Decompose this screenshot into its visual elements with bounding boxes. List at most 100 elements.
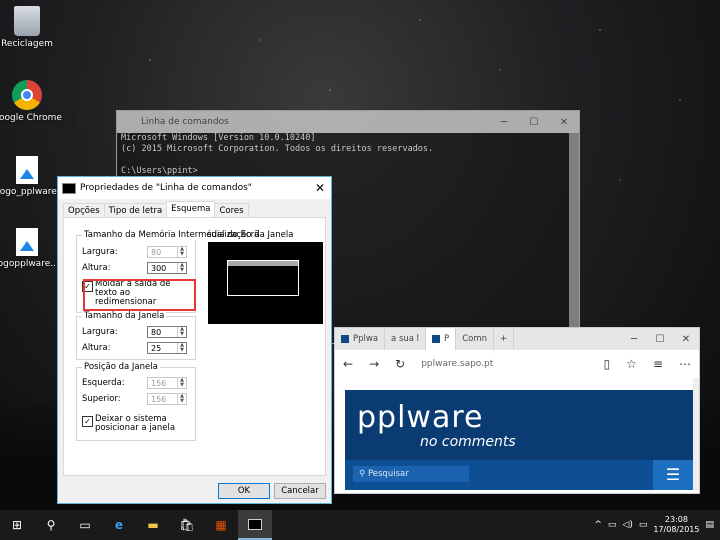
buffer-width-stepper[interactable]: 80 ▲ ▼	[147, 246, 187, 258]
field-label: Largura:	[82, 247, 118, 257]
cmd-prompt: C:\Users\ppint>	[121, 166, 198, 176]
desktop-icon-chrome[interactable]: Google Chrome	[0, 80, 62, 123]
recycle-bin-icon	[14, 6, 40, 36]
ok-button[interactable]: OK	[218, 483, 270, 499]
window-top-stepper[interactable]: 156 ▲ ▼	[147, 393, 187, 405]
cmd-line: (c) 2015 Microsoft Corporation. Todos os…	[121, 144, 434, 154]
auto-position-label: Deixar o sistema posicionar a janela	[95, 414, 176, 433]
desktop-icon-label: Reciclagem	[1, 39, 53, 49]
maximize-icon[interactable]: ☐	[647, 334, 673, 345]
refresh-icon[interactable]: ↻	[387, 357, 413, 371]
cmd-scrollbar[interactable]	[569, 133, 579, 343]
system-tray: ^ ▭ ◁) ▭ 23:08 17/08/2015 ▤	[594, 515, 720, 535]
cancel-button[interactable]: Cancelar	[274, 483, 326, 499]
chevron-up-icon[interactable]: ^	[594, 520, 602, 530]
pplware-favicon	[432, 335, 441, 343]
window-size-group: Tamanho da Janela Largura: 80 ▲ ▼ Altura: …	[76, 311, 196, 360]
address-bar[interactable]: pplware.sapo.pt	[413, 359, 595, 369]
reading-view-icon[interactable]: ▯	[596, 357, 619, 371]
minimize-icon[interactable]: ─	[621, 334, 647, 345]
browser-tab[interactable]: a sua l	[385, 328, 427, 350]
highlight-box	[83, 279, 196, 311]
group-label: Tamanho da Janela	[82, 311, 167, 321]
group-label: Posição da Janela	[82, 362, 160, 372]
search-icon[interactable]: ⚲	[34, 510, 68, 540]
notifications-icon[interactable]: ▤	[705, 520, 714, 530]
desktop-icon-recycle-bin[interactable]: Reciclagem	[0, 6, 62, 49]
hub-icon[interactable]: ≡	[645, 357, 671, 371]
back-arrow-icon[interactable]: ←	[335, 357, 361, 371]
keyboard-icon[interactable]: ▭	[639, 520, 648, 530]
desktop-icon-label: logo_pplware	[0, 187, 57, 197]
image-file-icon	[16, 228, 38, 256]
cmd-icon	[62, 182, 76, 194]
file-explorer-icon[interactable]: ▬	[136, 510, 170, 540]
site-header: pplware no comments ⚲ Pesquisar ☰	[345, 390, 693, 490]
mini-window-preview	[227, 260, 299, 296]
site-search-input[interactable]: ⚲ Pesquisar	[353, 466, 469, 482]
dialog-titlebar[interactable]: Propriedades de "Linha de comandos" ✕	[58, 177, 331, 199]
stepper-arrows-icon[interactable]: ▲ ▼	[177, 327, 186, 337]
edge-icon[interactable]: e	[102, 510, 136, 540]
desktop-icon-label: logopplware...	[0, 259, 59, 269]
stepper-arrows-icon[interactable]: ▲ ▼	[177, 263, 186, 273]
cmd-titlebar[interactable]: Linha de comandos ─ ☐ ✕	[117, 111, 579, 133]
field-label: Superior:	[82, 394, 121, 404]
office-icon[interactable]: ▦	[204, 510, 238, 540]
desktop-icon-logopplware[interactable]: logopplware...	[0, 228, 62, 269]
maximize-icon[interactable]: ☐	[519, 117, 549, 128]
forward-arrow-icon[interactable]: →	[361, 357, 387, 371]
clock-time: 23:08	[664, 515, 688, 524]
cmd-output[interactable]: Microsoft Windows [Version 10.0.10240] (…	[117, 133, 579, 177]
cmd-line: Microsoft Windows [Version 10.0.10240]	[121, 133, 316, 143]
new-tab-button[interactable]: +	[494, 328, 515, 350]
browser-nav-bar: ← → ↻ pplware.sapo.pt ▯ ☆ ≡ ⋯	[335, 350, 699, 378]
network-icon[interactable]: ▭	[608, 520, 617, 530]
clock[interactable]: 23:08 17/08/2015	[653, 515, 699, 535]
site-logo[interactable]: pplware	[357, 400, 483, 435]
stepper-arrows-icon[interactable]: ▲ ▼	[177, 343, 186, 353]
desktop-icon-logo-pplware[interactable]: logo_pplware	[0, 156, 62, 197]
field-label: Altura:	[82, 263, 111, 273]
stepper-arrows-icon[interactable]: ▲ ▼	[177, 394, 186, 404]
preview-label: sualização da Janela	[207, 230, 294, 240]
cmd-taskbar-icon[interactable]	[238, 510, 272, 540]
task-view-icon[interactable]: ▭	[68, 510, 102, 540]
window-left-stepper[interactable]: 156 ▲ ▼	[147, 377, 187, 389]
browser-tab[interactable]: Comn	[456, 328, 494, 350]
image-file-icon	[16, 156, 38, 184]
site-tagline: no comments	[420, 434, 516, 450]
cmd-title: Linha de comandos	[141, 117, 229, 127]
buffer-height-stepper[interactable]: 300 ▲ ▼	[147, 262, 187, 274]
browser-tab[interactable]: Pplwa	[335, 328, 386, 350]
field-label: Esquerda:	[82, 378, 125, 388]
properties-dialog[interactable]: Propriedades de "Linha de comandos" ✕ Op…	[57, 176, 332, 504]
more-icon[interactable]: ⋯	[671, 357, 699, 371]
field-label: Altura:	[82, 343, 111, 353]
edge-browser-window[interactable]: Pplwa a sua l P Comn + ─ ☐ ✕ ← → ↻ pplwa…	[334, 327, 700, 494]
start-windows-icon[interactable]: ⊞	[0, 510, 34, 540]
clock-date: 17/08/2015	[653, 525, 700, 534]
auto-position-checkbox[interactable]: ✓	[82, 416, 93, 427]
stepper-arrows-icon[interactable]: ▲ ▼	[177, 247, 186, 257]
close-icon[interactable]: ✕	[549, 117, 579, 128]
tab-esquema[interactable]: Esquema	[166, 201, 216, 218]
window-height-stepper[interactable]: 25 ▲ ▼	[147, 342, 187, 354]
stepper-arrows-icon[interactable]: ▲ ▼	[177, 378, 186, 388]
tab-panel-esquema: Tamanho da Memória Intermédia do Ecrã La…	[63, 217, 326, 476]
favorite-star-icon[interactable]: ☆	[618, 357, 645, 371]
taskbar: ⊞ ⚲ ▭ e ▬ 🛍 ▦ ^ ▭ ◁) ▭ 23:08 17/08/2015 …	[0, 510, 720, 540]
browser-scrollbar[interactable]	[693, 378, 699, 490]
store-icon[interactable]: 🛍	[170, 510, 204, 540]
close-icon[interactable]: ✕	[673, 334, 699, 345]
pplware-favicon	[341, 335, 349, 343]
browser-tab-active[interactable]: P	[426, 328, 457, 350]
volume-icon[interactable]: ◁)	[622, 520, 632, 530]
window-width-stepper[interactable]: 80 ▲ ▼	[147, 326, 187, 338]
search-icon: ⚲	[359, 469, 368, 479]
desktop-icon-label: Google Chrome	[0, 113, 62, 123]
site-search-bar: ⚲ Pesquisar ☰	[345, 460, 693, 490]
hamburger-menu-icon[interactable]: ☰	[653, 460, 693, 490]
minimize-icon[interactable]: ─	[489, 117, 519, 128]
close-icon[interactable]: ✕	[309, 181, 331, 195]
